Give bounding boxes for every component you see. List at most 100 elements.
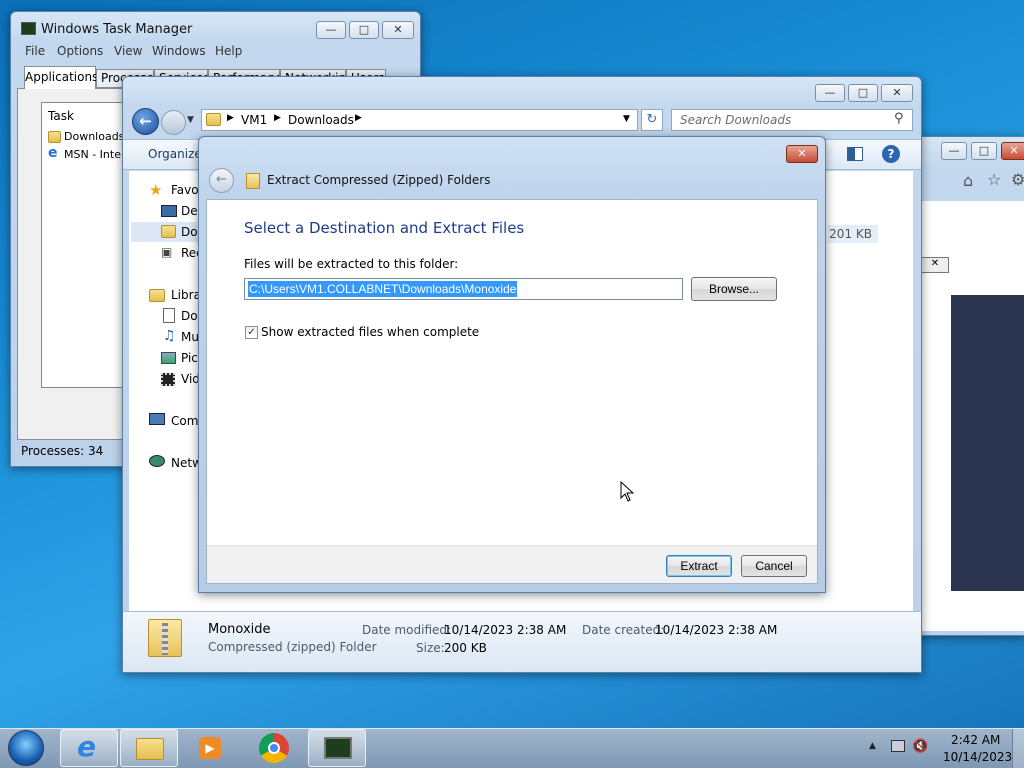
- show-hidden-icons-chevron-icon[interactable]: ▲: [869, 741, 876, 751]
- browse-button[interactable]: Browse...: [691, 277, 777, 301]
- menu-help[interactable]: Help: [215, 44, 242, 58]
- volume-muted-icon[interactable]: 🔇: [912, 739, 928, 754]
- downloads-folder-icon: [206, 113, 221, 126]
- details-type: Compressed (zipped) Folder: [208, 640, 377, 654]
- show-desktop-button[interactable]: [1012, 729, 1024, 768]
- help-icon[interactable]: ?: [882, 145, 900, 163]
- show-files-checkbox-label[interactable]: Show extracted files when complete: [261, 325, 479, 339]
- mouse-cursor-icon: [620, 481, 634, 502]
- zip-folder-icon: [148, 619, 182, 657]
- internet-explorer-icon: e: [48, 145, 58, 161]
- recent-places-icon: ▣: [161, 245, 173, 259]
- pictures-icon: [161, 352, 176, 364]
- refresh-button[interactable]: ↻: [641, 109, 663, 131]
- settings-gear-icon[interactable]: ⚙: [1011, 170, 1024, 189]
- folder-icon: [48, 131, 61, 143]
- desktop-icon: [161, 205, 177, 217]
- computer-icon: [149, 413, 165, 425]
- maximize-button[interactable]: □: [971, 142, 997, 160]
- minimize-button[interactable]: —: [815, 84, 845, 102]
- taskbar-internet-explorer[interactable]: e: [60, 729, 118, 767]
- size-label: Size:: [416, 641, 445, 655]
- zip-folder-icon: [246, 173, 260, 189]
- extract-dialog[interactable]: ✕ ← Extract Compressed (Zipped) Folders …: [198, 136, 826, 593]
- address-bar[interactable]: ▶ VM1 ▶ Downloads ▶ ▼: [201, 109, 638, 131]
- nav-libraries[interactable]: Libraries: [171, 288, 199, 302]
- menu-view[interactable]: View: [114, 44, 142, 58]
- dialog-title: Extract Compressed (Zipped) Folders: [267, 173, 491, 187]
- close-button[interactable]: ✕: [382, 21, 414, 39]
- network-icon: [149, 455, 165, 467]
- tab-applications[interactable]: Applications: [24, 66, 98, 89]
- videos-icon: [161, 373, 175, 386]
- menu-windows[interactable]: Windows: [152, 44, 206, 58]
- background-browser-window[interactable]: — □ ✕ ⌂ ☆ ⚙ ✕: [914, 136, 1024, 636]
- show-files-checkbox[interactable]: ✓: [245, 326, 258, 339]
- search-placeholder: Search Downloads: [680, 113, 792, 127]
- date-created-label: Date created:: [582, 623, 665, 637]
- breadcrumb-separator-icon: ▶: [355, 113, 362, 123]
- history-chevron-down-icon[interactable]: ▼: [187, 115, 194, 125]
- documents-icon: [163, 308, 175, 323]
- window-title: Windows Task Manager: [41, 22, 193, 37]
- nav-network[interactable]: Network: [171, 456, 201, 470]
- page-dark-panel: [951, 295, 1024, 591]
- network-tray-icon[interactable]: [891, 740, 905, 752]
- dialog-heading: Select a Destination and Extract Files: [244, 219, 525, 237]
- internet-explorer-icon: e: [77, 730, 96, 763]
- destination-path-input[interactable]: C:\Users\VM1.COLLABNET\Downloads\Monoxid…: [244, 278, 683, 300]
- nav-computer[interactable]: Computer: [171, 414, 201, 428]
- back-arrow-icon[interactable]: ←: [209, 168, 234, 193]
- close-button[interactable]: ✕: [786, 145, 818, 163]
- breadcrumb-vm1[interactable]: VM1: [241, 113, 267, 127]
- address-dropdown-chevron-icon[interactable]: ▼: [623, 114, 630, 124]
- task-manager-icon: [324, 737, 352, 759]
- file-size-cell: 201 KB: [828, 225, 878, 243]
- maximize-button[interactable]: □: [349, 21, 379, 39]
- date-modified-label: Date modified:: [362, 623, 452, 637]
- menu-file[interactable]: File: [25, 44, 45, 58]
- task-row-msn[interactable]: MSN - Internet Explorer: [64, 148, 124, 161]
- favorites-star-icon[interactable]: ☆: [987, 170, 1001, 189]
- home-icon[interactable]: ⌂: [963, 171, 973, 190]
- task-row-downloads[interactable]: Downloads: [64, 130, 124, 143]
- taskbar-windows-explorer[interactable]: [120, 729, 178, 767]
- breadcrumb-downloads[interactable]: Downloads: [288, 113, 354, 127]
- search-input[interactable]: Search Downloads ⚲: [671, 109, 913, 131]
- minimize-button[interactable]: —: [941, 142, 967, 160]
- task-manager-app-icon: [21, 22, 36, 35]
- details-name: Monoxide: [208, 622, 271, 637]
- music-icon: ♫: [163, 328, 176, 344]
- forward-button[interactable]: [161, 110, 186, 135]
- extract-button[interactable]: Extract: [666, 555, 732, 577]
- clock-date[interactable]: 10/14/2023: [943, 750, 1012, 764]
- maximize-button[interactable]: □: [848, 84, 878, 102]
- nav-favorites[interactable]: Favorites: [171, 183, 201, 197]
- breadcrumb-separator-icon: ▶: [274, 113, 281, 123]
- menu-options[interactable]: Options: [57, 44, 103, 58]
- status-processes: Processes: 34: [21, 444, 104, 458]
- taskbar-chrome[interactable]: [246, 729, 304, 767]
- cancel-button[interactable]: Cancel: [741, 555, 807, 577]
- search-icon[interactable]: ⚲: [894, 111, 904, 126]
- clock-time[interactable]: 2:42 AM: [951, 733, 1000, 747]
- breadcrumb-separator-icon: ▶: [227, 113, 234, 123]
- taskbar-media-player[interactable]: ▶: [190, 729, 234, 767]
- dialog-close-fragment[interactable]: ✕: [921, 257, 949, 273]
- back-button[interactable]: ←: [132, 108, 159, 135]
- minimize-button[interactable]: —: [316, 21, 346, 39]
- close-button[interactable]: ✕: [1001, 142, 1024, 160]
- chrome-center-icon: [268, 742, 280, 754]
- favorites-star-icon: ★: [149, 181, 163, 199]
- start-orb-icon[interactable]: [8, 730, 44, 766]
- date-created-value: 10/14/2023 2:38 AM: [655, 623, 778, 637]
- close-button[interactable]: ✕: [881, 84, 913, 102]
- libraries-icon: [149, 289, 165, 302]
- preview-pane-icon[interactable]: [847, 147, 863, 161]
- organize-button[interactable]: Organize: [148, 147, 202, 161]
- downloads-folder-icon: [161, 225, 176, 238]
- destination-path-selected-text: C:\Users\VM1.COLLABNET\Downloads\Monoxid…: [248, 281, 518, 297]
- taskbar-task-manager[interactable]: [308, 729, 366, 767]
- zipper-icon: [162, 623, 168, 655]
- column-header-task[interactable]: Task: [42, 107, 132, 125]
